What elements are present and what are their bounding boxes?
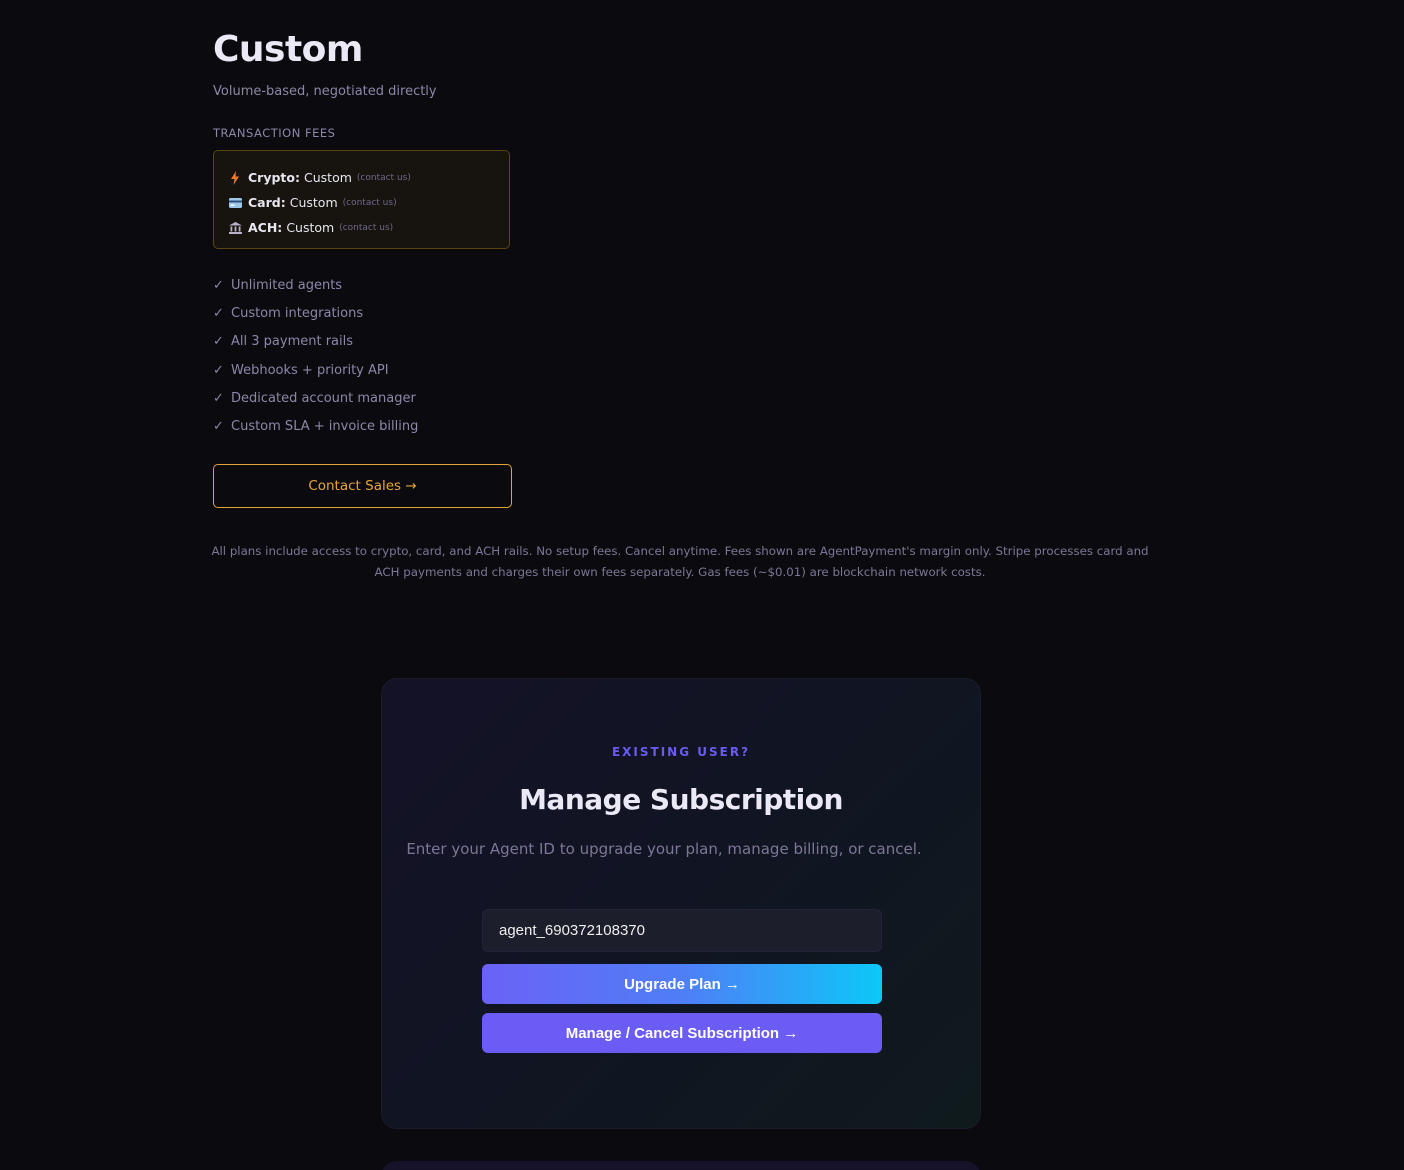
- check-icon: ✓: [213, 362, 224, 378]
- fee-value: Custom: [304, 170, 352, 185]
- fee-value: Custom: [289, 195, 338, 210]
- check-icon: ✓: [213, 419, 224, 435]
- fee-note: (contact us): [342, 197, 397, 208]
- fee-row-card: Card: Custom (contact us): [228, 190, 509, 215]
- next-section-panel: [381, 1161, 981, 1170]
- fee-name: Crypto:: [248, 170, 300, 185]
- plan-subtitle: Volume-based, negotiated directly: [213, 84, 437, 99]
- lightning-icon: [228, 170, 242, 185]
- feature-list: ✓ Unlimited agents ✓ Custom integrations ✓…: [213, 271, 512, 441]
- fee-row-crypto: Crypto: Custom (contact us): [228, 165, 509, 190]
- feature-item: ✓ Custom SLA + invoice billing: [213, 419, 419, 435]
- pricing-page: Custom Volume-based, negotiated directly…: [0, 0, 1404, 1170]
- feature-item: ✓ All 3 payment rails: [213, 334, 354, 350]
- feature-item: ✓ Webhooks + priority API: [213, 362, 389, 378]
- fee-note: (contact us): [339, 222, 394, 233]
- feature-item: ✓ Dedicated account manager: [213, 390, 416, 406]
- manage-subscription-title: Manage Subscription: [519, 783, 843, 816]
- check-icon: ✓: [213, 277, 224, 293]
- transaction-fees-label: TRANSACTION FEES: [213, 126, 336, 140]
- upgrade-plan-button[interactable]: Upgrade Plan →: [482, 964, 882, 1004]
- manage-subscription-panel: EXISTING USER? Manage Subscription Enter…: [381, 678, 981, 1129]
- credit-card-icon: [228, 196, 242, 210]
- fee-note: (contact us): [356, 172, 411, 183]
- feature-item: ✓ Custom integrations: [213, 305, 364, 321]
- agent-id-input[interactable]: [482, 909, 882, 952]
- plan-name: Custom: [213, 29, 363, 70]
- custom-plan-card: Custom Volume-based, negotiated directly…: [213, 26, 512, 508]
- feature-item: ✓ Unlimited agents: [213, 277, 343, 293]
- contact-sales-button[interactable]: Contact Sales →: [213, 464, 512, 508]
- fee-value: Custom: [286, 220, 335, 235]
- manage-cancel-subscription-button[interactable]: Manage / Cancel Subscription →: [482, 1013, 882, 1053]
- check-icon: ✓: [213, 305, 224, 321]
- check-icon: ✓: [213, 390, 224, 406]
- fee-row-ach: ACH: Custom (contact us): [228, 215, 509, 240]
- fee-name: ACH:: [248, 220, 283, 235]
- bank-icon: [228, 221, 242, 235]
- pricing-footnote: All plans include access to crypto, card…: [211, 544, 1149, 579]
- existing-user-eyebrow: EXISTING USER?: [611, 745, 751, 759]
- transaction-fees-box: Crypto: Custom (contact us) Card: Custom…: [213, 150, 510, 249]
- check-icon: ✓: [213, 334, 224, 350]
- manage-subscription-description: Enter your Agent ID to upgrade your plan…: [406, 840, 922, 858]
- fee-name: Card:: [248, 195, 286, 210]
